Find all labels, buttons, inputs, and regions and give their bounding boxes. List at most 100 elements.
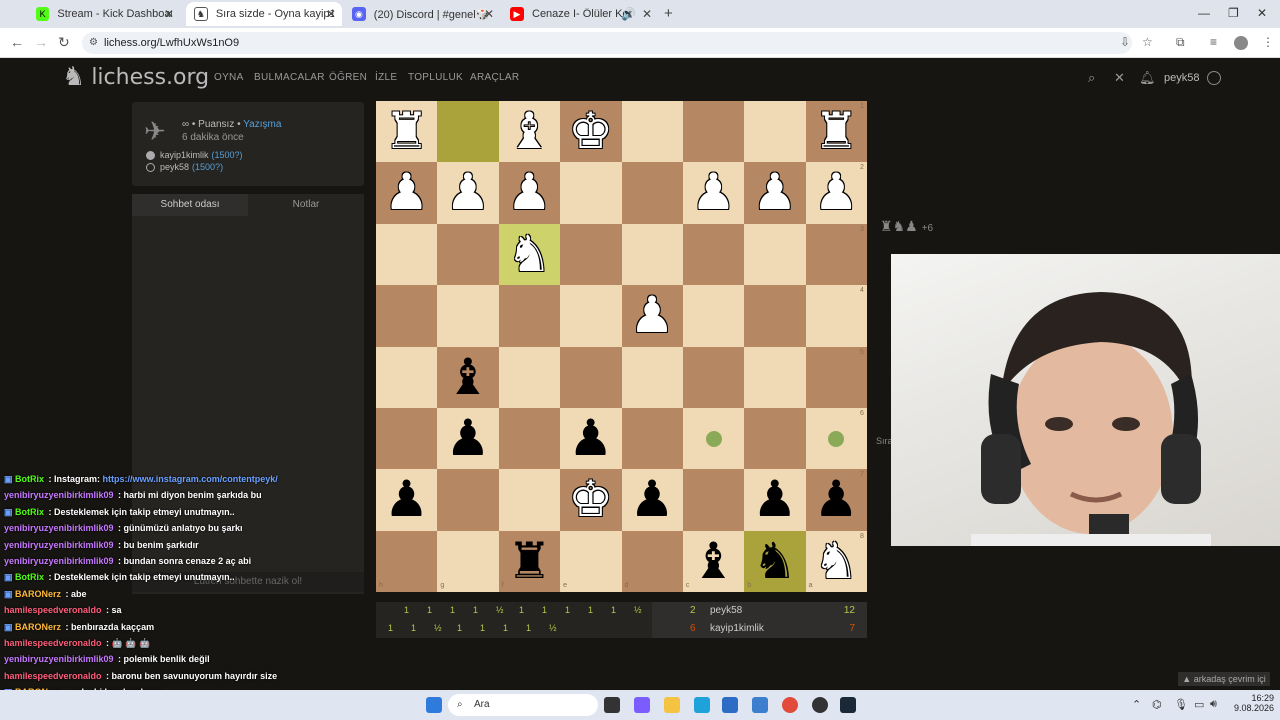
chess-piece[interactable]: ♟ xyxy=(744,469,805,530)
player-name[interactable]: peyk58 xyxy=(160,162,189,172)
board-square[interactable] xyxy=(621,530,683,592)
monitor-icon[interactable]: ▭ xyxy=(1194,698,1204,711)
tray-chevron-icon[interactable]: ⌃ xyxy=(1132,698,1141,711)
board-square[interactable] xyxy=(744,285,806,347)
taskbar-search[interactable]: ⌕ Ara xyxy=(448,694,598,716)
board-square[interactable] xyxy=(805,285,867,347)
edge-icon[interactable] xyxy=(694,697,710,713)
system-clock[interactable]: 16:29 9.08.2026 xyxy=(1218,693,1274,713)
board-square[interactable] xyxy=(376,285,438,347)
board-square[interactable] xyxy=(437,469,499,531)
chess-piece[interactable]: ♟ xyxy=(376,469,437,530)
board-square[interactable] xyxy=(376,346,438,408)
minimize-button[interactable]: — xyxy=(1198,6,1210,20)
standing-row[interactable]: 2 peyk58 12 xyxy=(652,602,867,620)
board-square[interactable] xyxy=(498,407,561,470)
board-square[interactable] xyxy=(744,407,806,470)
nav-community[interactable]: TOPLULUK xyxy=(408,72,463,83)
reload-button[interactable]: ↻ xyxy=(58,34,70,51)
board-square[interactable] xyxy=(621,407,683,470)
board-square[interactable] xyxy=(682,285,745,347)
tab-youtube[interactable]: ▶ Cenaze I- Ölüler Konuşmaz 🔊 ✕ xyxy=(502,2,658,26)
nav-puzzles[interactable]: BULMACALAR xyxy=(254,72,325,83)
board-square[interactable] xyxy=(560,162,622,224)
chess-piece[interactable]: ♜ xyxy=(376,101,437,162)
board-square[interactable] xyxy=(498,285,561,347)
extensions-icon[interactable]: ⧉ xyxy=(1176,35,1185,50)
site-info-icon[interactable]: ⚙ xyxy=(89,32,98,54)
board-square[interactable] xyxy=(682,223,745,286)
board-square[interactable] xyxy=(437,101,499,163)
reading-list-icon[interactable]: ≡ xyxy=(1210,35,1217,49)
steam-icon[interactable] xyxy=(840,697,856,713)
chess-piece[interactable]: ♟ xyxy=(499,162,560,223)
board-square[interactable] xyxy=(560,223,622,286)
chess-piece[interactable]: ♟ xyxy=(437,162,498,223)
close-icon[interactable]: ✕ xyxy=(326,7,336,21)
tab-chat-room[interactable]: Sohbet odası xyxy=(132,194,248,216)
chess-piece[interactable]: ♟ xyxy=(560,408,621,469)
nav-play[interactable]: OYNA xyxy=(214,72,244,83)
swords-icon[interactable]: ✕ xyxy=(1114,70,1125,86)
chess-piece[interactable]: ♝ xyxy=(683,531,744,592)
obs-icon[interactable] xyxy=(812,697,828,713)
bookmark-star-icon[interactable]: ☆ xyxy=(1142,35,1153,49)
close-icon[interactable]: ✕ xyxy=(484,7,494,21)
chess-piece[interactable]: ♜ xyxy=(806,101,867,162)
standing-row[interactable]: 6 kayip1kimlik 7 xyxy=(652,620,867,638)
board-square[interactable] xyxy=(744,346,806,408)
correspondence-link[interactable]: Yazışma xyxy=(243,119,281,130)
chrome-icon[interactable] xyxy=(782,697,798,713)
microphone-icon[interactable]: 🎙︎ xyxy=(1174,698,1188,711)
nav-tools[interactable]: ARAÇLAR xyxy=(470,72,519,83)
chess-piece[interactable]: ♞ xyxy=(499,224,560,285)
windows-start-icon[interactable] xyxy=(426,697,442,713)
chess-piece[interactable]: ♝ xyxy=(499,101,560,162)
profile-avatar[interactable] xyxy=(1234,36,1248,50)
chess-piece[interactable]: ♞ xyxy=(806,531,867,592)
board-square[interactable] xyxy=(621,223,683,286)
chess-piece[interactable]: ♟ xyxy=(744,162,805,223)
board-square[interactable] xyxy=(560,285,622,347)
board-square[interactable] xyxy=(621,101,683,163)
new-tab-button[interactable]: + xyxy=(664,5,673,22)
board-square[interactable] xyxy=(621,346,683,408)
legal-move-dot[interactable] xyxy=(828,430,845,447)
board-square[interactable] xyxy=(805,223,867,286)
board-square[interactable] xyxy=(376,223,438,286)
board-square[interactable] xyxy=(376,407,438,470)
board-square[interactable] xyxy=(682,346,745,408)
board-square[interactable] xyxy=(437,285,499,347)
forward-button[interactable]: → xyxy=(34,34,48,50)
board-square[interactable] xyxy=(498,346,561,408)
lichess-logo[interactable]: ♞ lichess.org xyxy=(62,62,209,92)
search-icon[interactable]: ⌕ xyxy=(1088,70,1095,86)
close-window-button[interactable]: ✕ xyxy=(1257,6,1267,20)
task-view-icon[interactable] xyxy=(604,697,620,713)
speaker-icon[interactable]: 🔊 xyxy=(621,7,636,21)
tab-discord[interactable]: ◉ (20) Discord | #genel🎲 | PEYK ✕ xyxy=(344,2,500,26)
chess-piece[interactable]: ♝ xyxy=(437,347,498,408)
close-icon[interactable]: ✕ xyxy=(164,7,174,21)
chess-piece[interactable]: ♟ xyxy=(806,162,867,223)
close-icon[interactable]: ✕ xyxy=(642,7,652,21)
nav-learn[interactable]: ÖĞREN xyxy=(329,72,367,83)
outlook-icon[interactable] xyxy=(752,697,768,713)
tray-network-icon[interactable]: ⌬ xyxy=(1152,698,1162,711)
board-square[interactable] xyxy=(744,101,806,163)
chess-piece[interactable]: ♟ xyxy=(376,162,437,223)
chess-piece[interactable]: ♟ xyxy=(683,162,744,223)
volume-icon[interactable]: 🔊︎ xyxy=(1210,698,1217,711)
tab-lichess[interactable]: ♞ Sıra sizde - Oyna kayip1kimlik ✕ xyxy=(186,2,342,26)
board-square[interactable] xyxy=(560,530,622,592)
board-square[interactable] xyxy=(437,223,499,286)
board-square[interactable] xyxy=(682,469,745,531)
chess-piece[interactable]: ♟ xyxy=(806,469,867,530)
url-field[interactable]: ⚙ lichess.org/LwfhUxWs1nO9 xyxy=(82,32,1132,54)
player-name[interactable]: kayip1kimlik xyxy=(160,150,209,160)
chess-piece[interactable]: ♜ xyxy=(499,531,560,592)
chess-board[interactable]: 1 2 3 4 5 6 7 8 h g f e d c b a ♜ ♝ ♚ ♜ ♟ ♟ ♟ ♟ ♟ ♟ ♞ ♟ ♝ ♟ ♟ ♟ ♚ ♟ ♟ ♟ ♜ ♝ ♞ ♞ xyxy=(376,101,867,592)
chess-piece[interactable]: ♟ xyxy=(622,469,683,530)
file-explorer-icon[interactable] xyxy=(664,697,680,713)
user-menu[interactable]: peyk58 xyxy=(1164,71,1221,85)
